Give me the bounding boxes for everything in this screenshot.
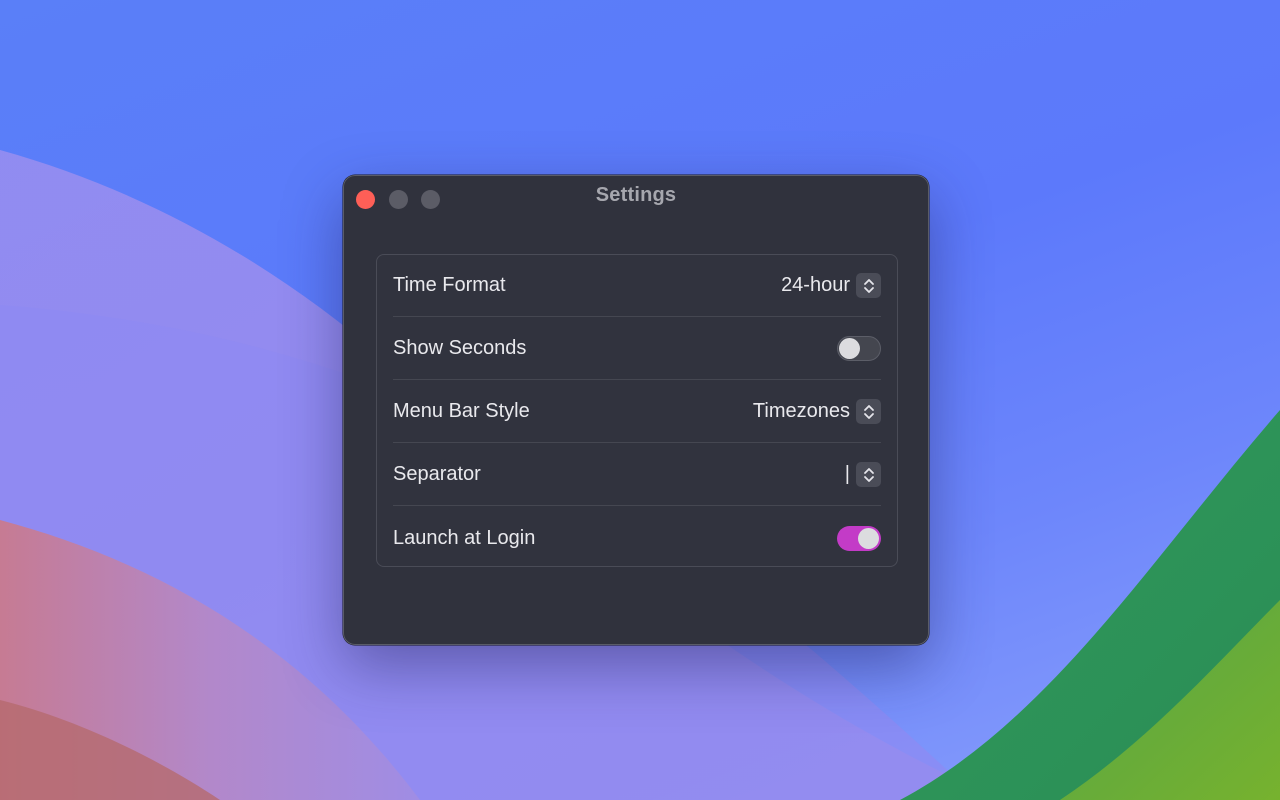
chevron-up-down-icon [856,462,881,487]
time-format-label: Time Format [393,274,506,296]
setting-row-time-format: Time Format 24-hour [393,255,881,317]
setting-row-launch-at-login: Launch at Login [393,507,881,569]
window-title: Settings [595,184,677,206]
menu-bar-style-label: Menu Bar Style [393,400,530,422]
setting-row-separator: Separator | [393,444,881,506]
chevron-up-down-icon [856,273,881,298]
separator-label: Separator [393,463,481,485]
setting-row-menu-bar-style: Menu Bar Style Timezones [393,381,881,443]
window-titlebar[interactable]: Settings [344,176,928,220]
separator-popup[interactable]: | [845,462,881,487]
setting-row-show-seconds: Show Seconds [393,318,881,380]
separator-value: | [844,463,850,485]
launch-at-login-toggle[interactable] [837,525,881,551]
show-seconds-toggle[interactable] [837,336,881,361]
launch-at-login-label: Launch at Login [393,526,536,549]
settings-window: Settings Time Format 24-hour Show Second… [343,175,929,645]
settings-panel: Time Format 24-hour Show Seconds Menu Ba… [376,254,898,567]
chevron-up-down-icon [856,399,881,424]
toggle-knob [839,338,860,359]
time-format-value: 24-hour [781,274,850,296]
time-format-popup[interactable]: 24-hour [781,273,881,298]
menu-bar-style-value: Timezones [752,400,850,422]
toggle-knob [858,527,879,549]
show-seconds-label: Show Seconds [393,337,527,359]
menu-bar-style-popup[interactable]: Timezones [753,399,881,424]
